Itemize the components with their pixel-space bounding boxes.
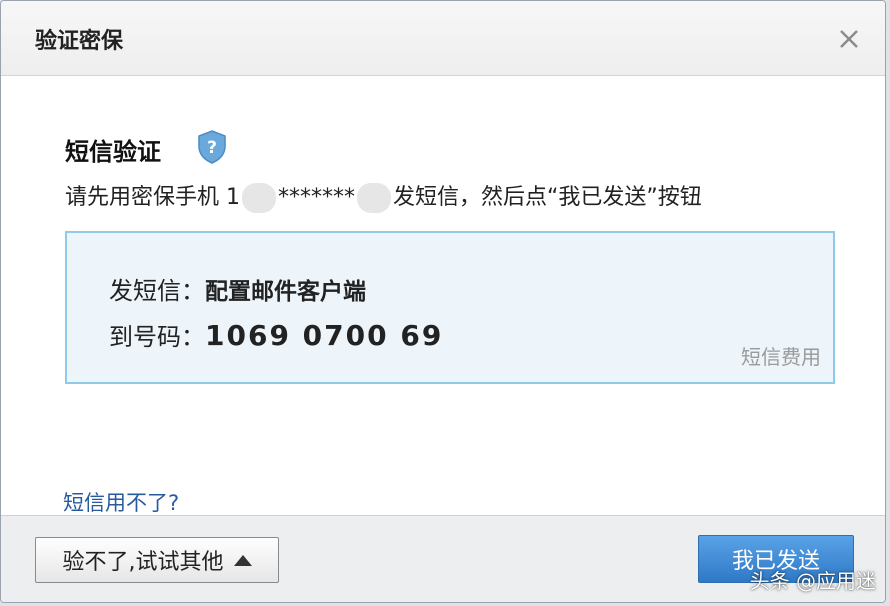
shield-question-icon[interactable]: ? <box>196 129 228 165</box>
close-icon[interactable] <box>837 27 861 51</box>
watermark: 头条 @应用迷 <box>749 569 876 593</box>
instruction-prefix: 请先用密保手机 1 <box>65 185 240 210</box>
send-label: 发短信： <box>109 277 205 305</box>
try-other-button[interactable]: 验不了,试试其他 <box>35 537 279 583</box>
send-content-row: 发短信：配置邮件客户端 <box>109 271 366 306</box>
masked-digits: ******* <box>278 185 355 210</box>
sms-info-box: 发短信：配置邮件客户端 到号码：1069 0700 69 短信费用 <box>65 231 835 384</box>
verify-dialog: 验证密保 短信验证 ? 请先用密保手机 1 ******* 发短信，然后点“我已发送… <box>0 0 886 603</box>
masked-blur <box>357 183 391 213</box>
dialog-title: 验证密保 <box>35 29 124 54</box>
send-value: 配置邮件客户端 <box>205 279 366 305</box>
to-number: 1069 0700 69 <box>205 319 444 352</box>
try-other-label: 验不了,试试其他 <box>62 550 224 575</box>
instruction-text: 请先用密保手机 1 ******* 发短信，然后点“我已发送”按钮 <box>65 179 702 213</box>
dialog-titlebar: 验证密保 <box>1 1 885 76</box>
to-label: 到号码： <box>109 323 205 351</box>
target-number-row: 到号码：1069 0700 69 <box>109 317 443 352</box>
caret-up-icon <box>233 554 252 566</box>
masked-blur <box>242 183 276 213</box>
sms-unavailable-link[interactable]: 短信用不了? <box>63 487 179 517</box>
section-title: 短信验证 <box>65 138 161 166</box>
sms-fee-link[interactable]: 短信费用 <box>741 341 821 370</box>
svg-text:?: ? <box>207 138 217 158</box>
instruction-suffix: 发短信，然后点“我已发送”按钮 <box>393 185 702 210</box>
